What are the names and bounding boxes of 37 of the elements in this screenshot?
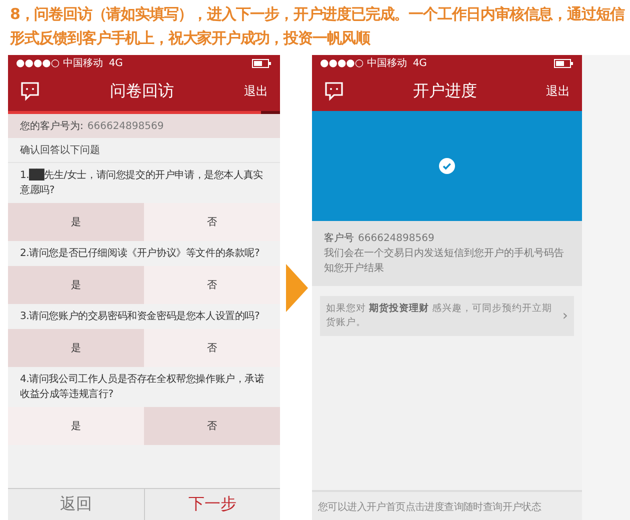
answer-option[interactable]: 否	[144, 407, 280, 445]
screen-title: 问卷回访	[110, 80, 174, 102]
chat-icon[interactable]	[20, 81, 40, 101]
question-text: 1.██先生/女士，请问您提交的开户申请，是您本人真实意愿吗?	[19, 168, 264, 198]
customer-label: 客户号	[324, 233, 354, 244]
answer-option[interactable]: 是	[8, 266, 144, 304]
network-label: 4G	[108, 58, 123, 68]
futures-promo-link[interactable]: 如果您对 期货投资理财 感兴趣，可同步预约开立期货账户。 ›	[320, 296, 574, 336]
answer-option[interactable]: 是	[8, 407, 144, 445]
next-button[interactable]: 下一步	[144, 489, 280, 520]
intro-text: 8，问卷回访（请如实填写），进入下一步，开户进度已完成。一个工作日内审核信息，通过短信形式反馈到客户手机上，祝大家开户成功，投资一帆风顺	[8, 4, 626, 49]
customer-label: 您的客户号为:	[20, 120, 84, 133]
exit-button[interactable]: 退出	[546, 82, 570, 100]
result-message: 我们会在一个交易日内发送短信到您开户的手机号码告知您开户结果	[324, 246, 565, 276]
check-icon	[439, 158, 455, 174]
battery-icon	[252, 58, 272, 68]
answer-option[interactable]: 否	[144, 203, 280, 241]
answer-option[interactable]: 是	[8, 203, 144, 241]
question-text: 4.请问我公司工作人员是否存在全权帮您操作账户，承诺收益分成等违规言行?	[19, 372, 266, 402]
carrier-label: ●●●●○ 中国移动	[320, 56, 407, 70]
chat-icon[interactable]	[324, 81, 344, 101]
carrier-label: ●●●●○ 中国移动	[16, 56, 103, 70]
back-button[interactable]: 返回	[8, 489, 144, 520]
footer-note: 您可以进入开户首页点击进度查询随时查询开户状态	[312, 490, 582, 520]
arrow-icon	[286, 264, 308, 312]
question-text: 3.请问您账户的交易密码和资金密码是您本人设置的吗?	[19, 310, 261, 324]
network-label: 4G	[412, 58, 427, 68]
battery-icon	[554, 58, 574, 68]
customer-number: 666624898569	[87, 120, 164, 132]
screen-title: 开户进度	[413, 80, 477, 102]
answer-option[interactable]: 否	[144, 329, 280, 367]
answer-option[interactable]: 是	[8, 329, 144, 367]
instruction-text: 确认回答以下问题	[8, 138, 280, 163]
question-text: 2.请问您是否已仔细阅读《开户协议》等文件的条款呢?	[19, 246, 261, 261]
exit-button[interactable]: 退出	[244, 82, 268, 100]
customer-number: 666624898569	[358, 233, 434, 244]
answer-option[interactable]: 否	[144, 266, 280, 304]
